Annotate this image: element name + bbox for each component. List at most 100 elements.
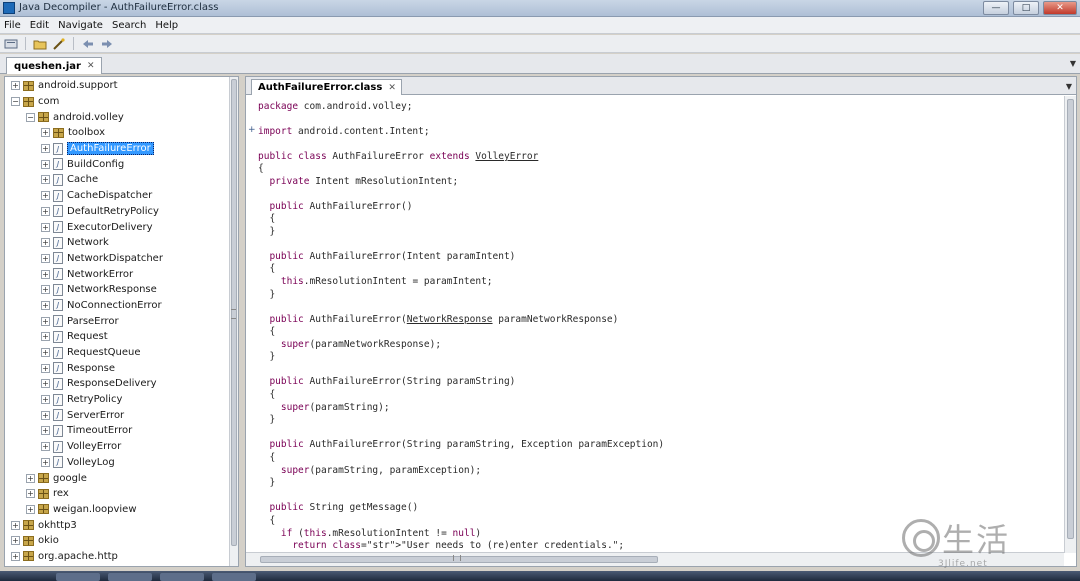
wand-icon[interactable] [51, 37, 67, 51]
tab-authfailureerror-class[interactable]: AuthFailureError.class ✕ [251, 79, 402, 95]
source-code-view[interactable]: package com.android.volley; + import andro… [246, 96, 1064, 552]
expand-icon[interactable]: + [41, 206, 50, 216]
tree-item[interactable]: + weigan.loopview [5, 502, 231, 518]
expand-icon[interactable]: + [41, 379, 50, 389]
tree-item[interactable]: + J ServerError [5, 407, 231, 423]
menu-help[interactable]: Help [155, 20, 178, 31]
tree-item[interactable]: + rex [5, 486, 231, 502]
tree-item[interactable]: + okhttp3 [5, 517, 231, 533]
tree-item[interactable]: + J VolleyLog [5, 455, 231, 471]
tree-item[interactable]: + J ResponseDelivery [5, 376, 231, 392]
tree-item[interactable]: + J DefaultRetryPolicy [5, 204, 231, 220]
expand-icon[interactable]: + [26, 473, 35, 483]
minimize-button[interactable]: — [983, 1, 1009, 15]
collapse-icon[interactable]: − [26, 112, 35, 122]
close-button[interactable]: ✕ [1043, 1, 1077, 15]
close-tab-icon[interactable]: ✕ [87, 61, 95, 71]
expand-icon[interactable]: + [11, 536, 20, 546]
tree-item[interactable]: + J CacheDispatcher [5, 188, 231, 204]
maximize-button[interactable]: □ [1013, 1, 1039, 15]
expand-icon[interactable]: + [11, 551, 20, 561]
expand-icon[interactable]: + [41, 222, 50, 232]
menu-file[interactable]: File [4, 20, 21, 31]
editor-vertical-scrollbar[interactable] [1064, 96, 1076, 553]
expand-icon[interactable]: + [11, 81, 20, 91]
forward-icon[interactable] [99, 37, 115, 51]
tree-item-label: android.volley [53, 111, 124, 123]
chevron-down-icon[interactable]: ▼ [1066, 82, 1072, 91]
tree-item[interactable]: + J NetworkDispatcher [5, 251, 231, 267]
tree-item[interactable]: + J NetworkResponse [5, 282, 231, 298]
menu-navigate[interactable]: Navigate [58, 20, 103, 31]
expand-icon[interactable]: + [26, 504, 35, 514]
tree-item[interactable]: + J NetworkError [5, 266, 231, 282]
tree-item[interactable]: + J ParseError [5, 313, 231, 329]
expand-icon[interactable]: + [41, 300, 50, 310]
expand-icon[interactable]: + [41, 269, 50, 279]
tree-item[interactable]: + J AuthFailureError [5, 141, 231, 157]
menu-search[interactable]: Search [112, 20, 146, 31]
tree-item[interactable]: + okio [5, 533, 231, 549]
close-tab-icon[interactable]: ✕ [388, 83, 396, 93]
expand-icon[interactable]: + [41, 159, 50, 169]
open-icon[interactable] [3, 37, 19, 51]
package-icon [23, 520, 34, 531]
tree-item[interactable]: − com [5, 94, 231, 110]
tree-scrollbar[interactable] [229, 77, 238, 566]
tree-item[interactable]: + android.support [5, 78, 231, 94]
tab-queshen-jar[interactable]: queshen.jar ✕ [6, 57, 102, 74]
expand-icon[interactable]: + [41, 442, 50, 452]
expand-icon[interactable]: + [248, 125, 256, 135]
open-folder-icon[interactable] [32, 37, 48, 51]
chevron-down-icon[interactable]: ▼ [1070, 59, 1076, 68]
back-icon[interactable] [80, 37, 96, 51]
expand-icon[interactable]: + [41, 285, 50, 295]
tree-item[interactable]: + J RequestQueue [5, 345, 231, 361]
tree-item[interactable]: + J Response [5, 360, 231, 376]
expand-icon[interactable]: + [41, 457, 50, 467]
expand-icon[interactable]: + [41, 426, 50, 436]
expand-icon[interactable]: + [11, 520, 20, 530]
expand-icon[interactable]: + [41, 144, 50, 154]
code-line: { [258, 326, 276, 337]
expand-icon[interactable]: + [41, 332, 50, 342]
tree-item-label: TimeoutError [67, 425, 133, 437]
expand-icon[interactable]: + [41, 316, 50, 326]
class-file-icon: J [53, 268, 63, 281]
expand-icon[interactable]: + [41, 175, 50, 185]
taskbar-item[interactable] [108, 573, 152, 581]
expand-icon[interactable]: + [41, 363, 50, 373]
watermark-url: 3Jlife.net [938, 559, 988, 569]
tree-item[interactable]: + J VolleyError [5, 439, 231, 455]
tree-item[interactable]: + google [5, 470, 231, 486]
tree-item[interactable]: − android.volley [5, 109, 231, 125]
taskbar-item[interactable] [160, 573, 204, 581]
tree-item[interactable]: + J ExecutorDelivery [5, 219, 231, 235]
tree-item[interactable]: + org.apache.http [5, 549, 231, 565]
expand-icon[interactable]: + [41, 128, 50, 138]
tree-item[interactable]: + J Cache [5, 172, 231, 188]
tree-item[interactable]: + J NoConnectionError [5, 298, 231, 314]
taskbar-item[interactable] [56, 573, 100, 581]
expand-icon[interactable]: + [41, 191, 50, 201]
expand-icon[interactable]: + [41, 253, 50, 263]
expand-icon[interactable]: + [41, 348, 50, 358]
scroll-thumb[interactable] [1067, 99, 1074, 539]
expand-icon[interactable]: + [41, 410, 50, 420]
expand-icon[interactable]: + [41, 238, 50, 248]
code-line: { [258, 515, 276, 526]
menu-edit[interactable]: Edit [30, 20, 49, 31]
code-line: { [258, 452, 276, 463]
expand-icon[interactable]: + [41, 395, 50, 405]
taskbar-item[interactable] [212, 573, 256, 581]
tree-item[interactable]: + J Network [5, 235, 231, 251]
tree-item[interactable]: + J RetryPolicy [5, 392, 231, 408]
tree-item[interactable]: + J TimeoutError [5, 423, 231, 439]
tree-item[interactable]: + toolbox [5, 125, 231, 141]
expand-icon[interactable]: + [26, 489, 35, 499]
class-file-icon: J [53, 252, 63, 265]
class-file-icon: J [53, 299, 63, 312]
tree-item[interactable]: + J BuildConfig [5, 156, 231, 172]
tree-item[interactable]: + J Request [5, 329, 231, 345]
collapse-icon[interactable]: − [11, 97, 20, 107]
